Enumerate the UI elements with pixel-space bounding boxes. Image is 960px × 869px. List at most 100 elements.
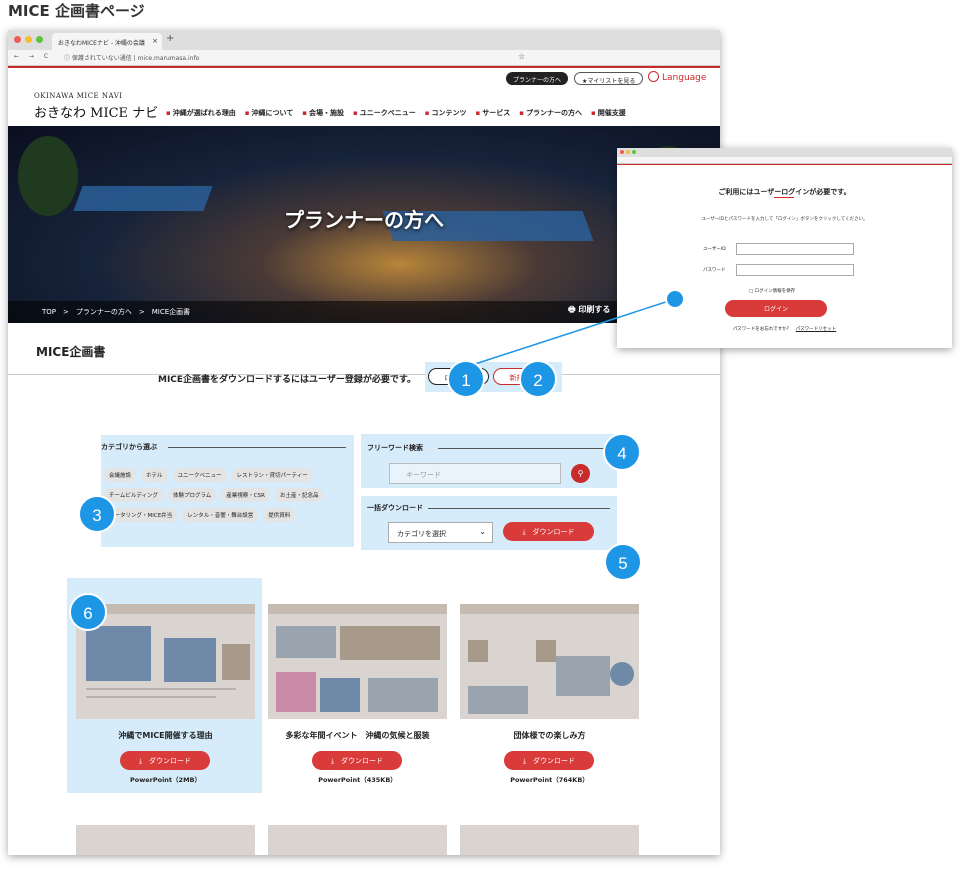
site-logo[interactable]: おきなわ MICE ナビ — [34, 102, 158, 121]
hero-title: プランナーの方へ — [284, 208, 444, 232]
remember-checkbox[interactable]: □ ログイン情報を保存 — [749, 288, 795, 294]
card-file-size: PowerPoint（435KB） — [318, 776, 397, 784]
annotation-dot — [665, 289, 685, 309]
language-label: Language — [662, 73, 707, 83]
minimize-window-icon[interactable] — [25, 36, 32, 43]
nav-item-venues[interactable]: 会場・施設 — [302, 108, 344, 118]
tag-rental[interactable]: レンタル・音響・舞台設営 — [182, 508, 259, 522]
popup-login-button[interactable]: ログイン — [725, 300, 827, 317]
card-thumbnail[interactable] — [460, 604, 639, 719]
bulk-download-divider — [428, 508, 610, 509]
annotation-badge-6: 6 — [69, 593, 107, 631]
print-button[interactable]: 🖶 印刷する — [568, 304, 610, 318]
popup-title-underline — [774, 197, 794, 198]
bulk-download-heading: 一括ダウンロード — [367, 504, 423, 512]
keyword-heading: フリーワード検索 — [367, 444, 423, 452]
nav-item-support[interactable]: 開催支援 — [591, 108, 626, 118]
annotation-badge-2: 2 — [519, 360, 557, 398]
card-thumbnail[interactable] — [268, 825, 447, 855]
password-reset-link[interactable]: パスワードリセット — [796, 327, 837, 332]
card-file-size: PowerPoint（2MB） — [130, 776, 201, 784]
window-controls[interactable] — [14, 36, 43, 43]
register-message: MICE企画書をダウンロードするにはユーザー登録が必要です。 — [158, 375, 416, 385]
category-select[interactable]: カテゴリを選択 ⌄ — [388, 522, 493, 543]
card-download-button[interactable]: ⤓ ダウンロード — [312, 751, 402, 770]
browser-tab[interactable]: おきなわMICEナビ - 沖縄の会議 × — [52, 33, 162, 50]
close-window-icon[interactable] — [14, 36, 21, 43]
popup-divider — [617, 164, 952, 165]
planner-button[interactable]: プランナーの方へ — [506, 72, 569, 85]
browser-tabbar: おきなわMICEナビ - 沖縄の会議 × + — [8, 30, 720, 50]
card-thumbnail[interactable] — [460, 825, 639, 855]
search-icon[interactable]: ⚲ — [571, 464, 590, 483]
printer-icon: 🖶 — [568, 305, 579, 314]
card-title: 沖縄でMICE開催する理由 — [118, 731, 213, 740]
tag-unique-venue[interactable]: ユニークベニュー — [172, 468, 227, 482]
mylist-button[interactable]: ★マイリストを見る — [574, 72, 644, 85]
main-nav: 沖縄が選ばれる理由 沖縄について 会場・施設 ユニークベニュー コンテンツ サー… — [166, 108, 626, 118]
login-popup-window: ご利用にはユーザーログインが必要です。 ユーザーIDとパスワードを入力して「ログ… — [617, 148, 952, 348]
nav-item-reasons[interactable]: 沖縄が選ばれる理由 — [166, 108, 236, 118]
page-title: MICE 企画書ページ — [8, 2, 145, 20]
card-thumbnail[interactable] — [76, 825, 255, 855]
forgot-password: パスワードをお忘れですか？ パスワードリセット — [617, 326, 952, 332]
popup-address-bar — [617, 157, 952, 164]
site-header: プランナーの方へ ★マイリストを見る Language OKINAWA MICE… — [8, 68, 720, 126]
keyword-divider — [438, 448, 610, 449]
card-title: 多彩な年間イベント 沖縄の気候と服装 — [285, 731, 430, 740]
card-download-button[interactable]: ⤓ ダウンロード — [504, 751, 594, 770]
nav-item-services[interactable]: サービス — [476, 108, 510, 118]
url-field[interactable]: ⓘ 保護されていない通信 | mice.marumasa.info — [64, 53, 199, 62]
password-field[interactable] — [736, 264, 854, 276]
new-tab-icon[interactable]: + — [166, 33, 174, 44]
language-button[interactable]: Language — [648, 71, 706, 83]
section-title: MICE企画書 — [36, 345, 106, 359]
chevron-down-icon: ⌄ — [479, 527, 486, 536]
tag-meeting[interactable]: 会議施設 — [104, 468, 137, 482]
maximize-window-icon[interactable] — [36, 36, 43, 43]
nav-item-planners[interactable]: プランナーの方へ — [519, 108, 582, 118]
card-download-button[interactable]: ⤓ ダウンロード — [120, 751, 210, 770]
hero-banner: プランナーの方へ TOP > プランナーの方へ > MICE企画書 🖶 印刷する — [8, 126, 720, 323]
popup-description: ユーザーIDとパスワードを入力して「ログイン」ボタンをクリックしてください。 — [701, 217, 868, 222]
bookmark-star-icon[interactable]: ☆ — [518, 52, 525, 61]
annotation-badge-3: 3 — [78, 495, 116, 533]
card-file-size: PowerPoint（764KB） — [510, 776, 589, 784]
breadcrumb[interactable]: TOP > プランナーの方へ > MICE企画書 — [8, 301, 720, 323]
password-label: パスワード — [703, 268, 726, 273]
nav-item-contents[interactable]: コンテンツ — [425, 108, 467, 118]
category-heading: カテゴリから選ぶ — [101, 443, 157, 451]
close-tab-icon[interactable]: × — [152, 37, 158, 45]
logo-subtitle: OKINAWA MICE NAVI — [34, 92, 123, 100]
user-id-field[interactable] — [736, 243, 854, 255]
popup-window-controls[interactable] — [620, 150, 636, 154]
tab-title: おきなわMICEナビ - 沖縄の会議 — [58, 40, 145, 47]
category-divider — [168, 447, 346, 448]
category-tags: 会議施設 ホテル ユニークベニュー レストラン・貸切パーティー チームビルディン… — [104, 468, 350, 522]
bulk-download-button[interactable]: ⤓ ダウンロード — [503, 522, 594, 541]
address-bar: ← → C ⓘ 保護されていない通信 | mice.marumasa.info … — [8, 50, 720, 66]
tag-restaurant[interactable]: レストラン・貸切パーティー — [231, 468, 313, 482]
section-heading: MICE企画書 — [8, 323, 720, 375]
annotation-badge-1: 1 — [447, 360, 485, 398]
tag-team-building[interactable]: チームビルディング — [104, 488, 163, 502]
tag-experience[interactable]: 体験プログラム — [167, 488, 217, 502]
annotation-badge-5: 5 — [604, 543, 642, 581]
card-thumbnail[interactable] — [268, 604, 447, 719]
user-id-label: ユーザーID — [703, 247, 726, 252]
forgot-password-text: パスワードをお忘れですか？ — [732, 327, 792, 332]
print-label: 印刷する — [578, 305, 611, 314]
popup-title: ご利用にはユーザーログインが必要です。 — [718, 188, 851, 196]
card-title: 団体様での楽しみ方 — [513, 731, 586, 740]
keyword-search-input[interactable]: キーワード — [389, 463, 561, 484]
tag-souvenir[interactable]: お土産・記念品 — [274, 488, 324, 502]
category-select-value: カテゴリを選択 — [397, 530, 446, 538]
popup-tabbar — [617, 148, 952, 157]
tag-hotel[interactable]: ホテル — [141, 468, 168, 482]
tag-industry-csr[interactable]: 産業視察・CSR — [221, 488, 270, 502]
nav-item-about-okinawa[interactable]: 沖縄について — [245, 108, 294, 118]
nav-item-unique-venues[interactable]: ユニークベニュー — [353, 108, 416, 118]
globe-icon — [648, 71, 659, 82]
browser-nav-buttons[interactable]: ← → C — [14, 53, 52, 60]
tag-materials[interactable]: 提供資料 — [263, 508, 296, 522]
